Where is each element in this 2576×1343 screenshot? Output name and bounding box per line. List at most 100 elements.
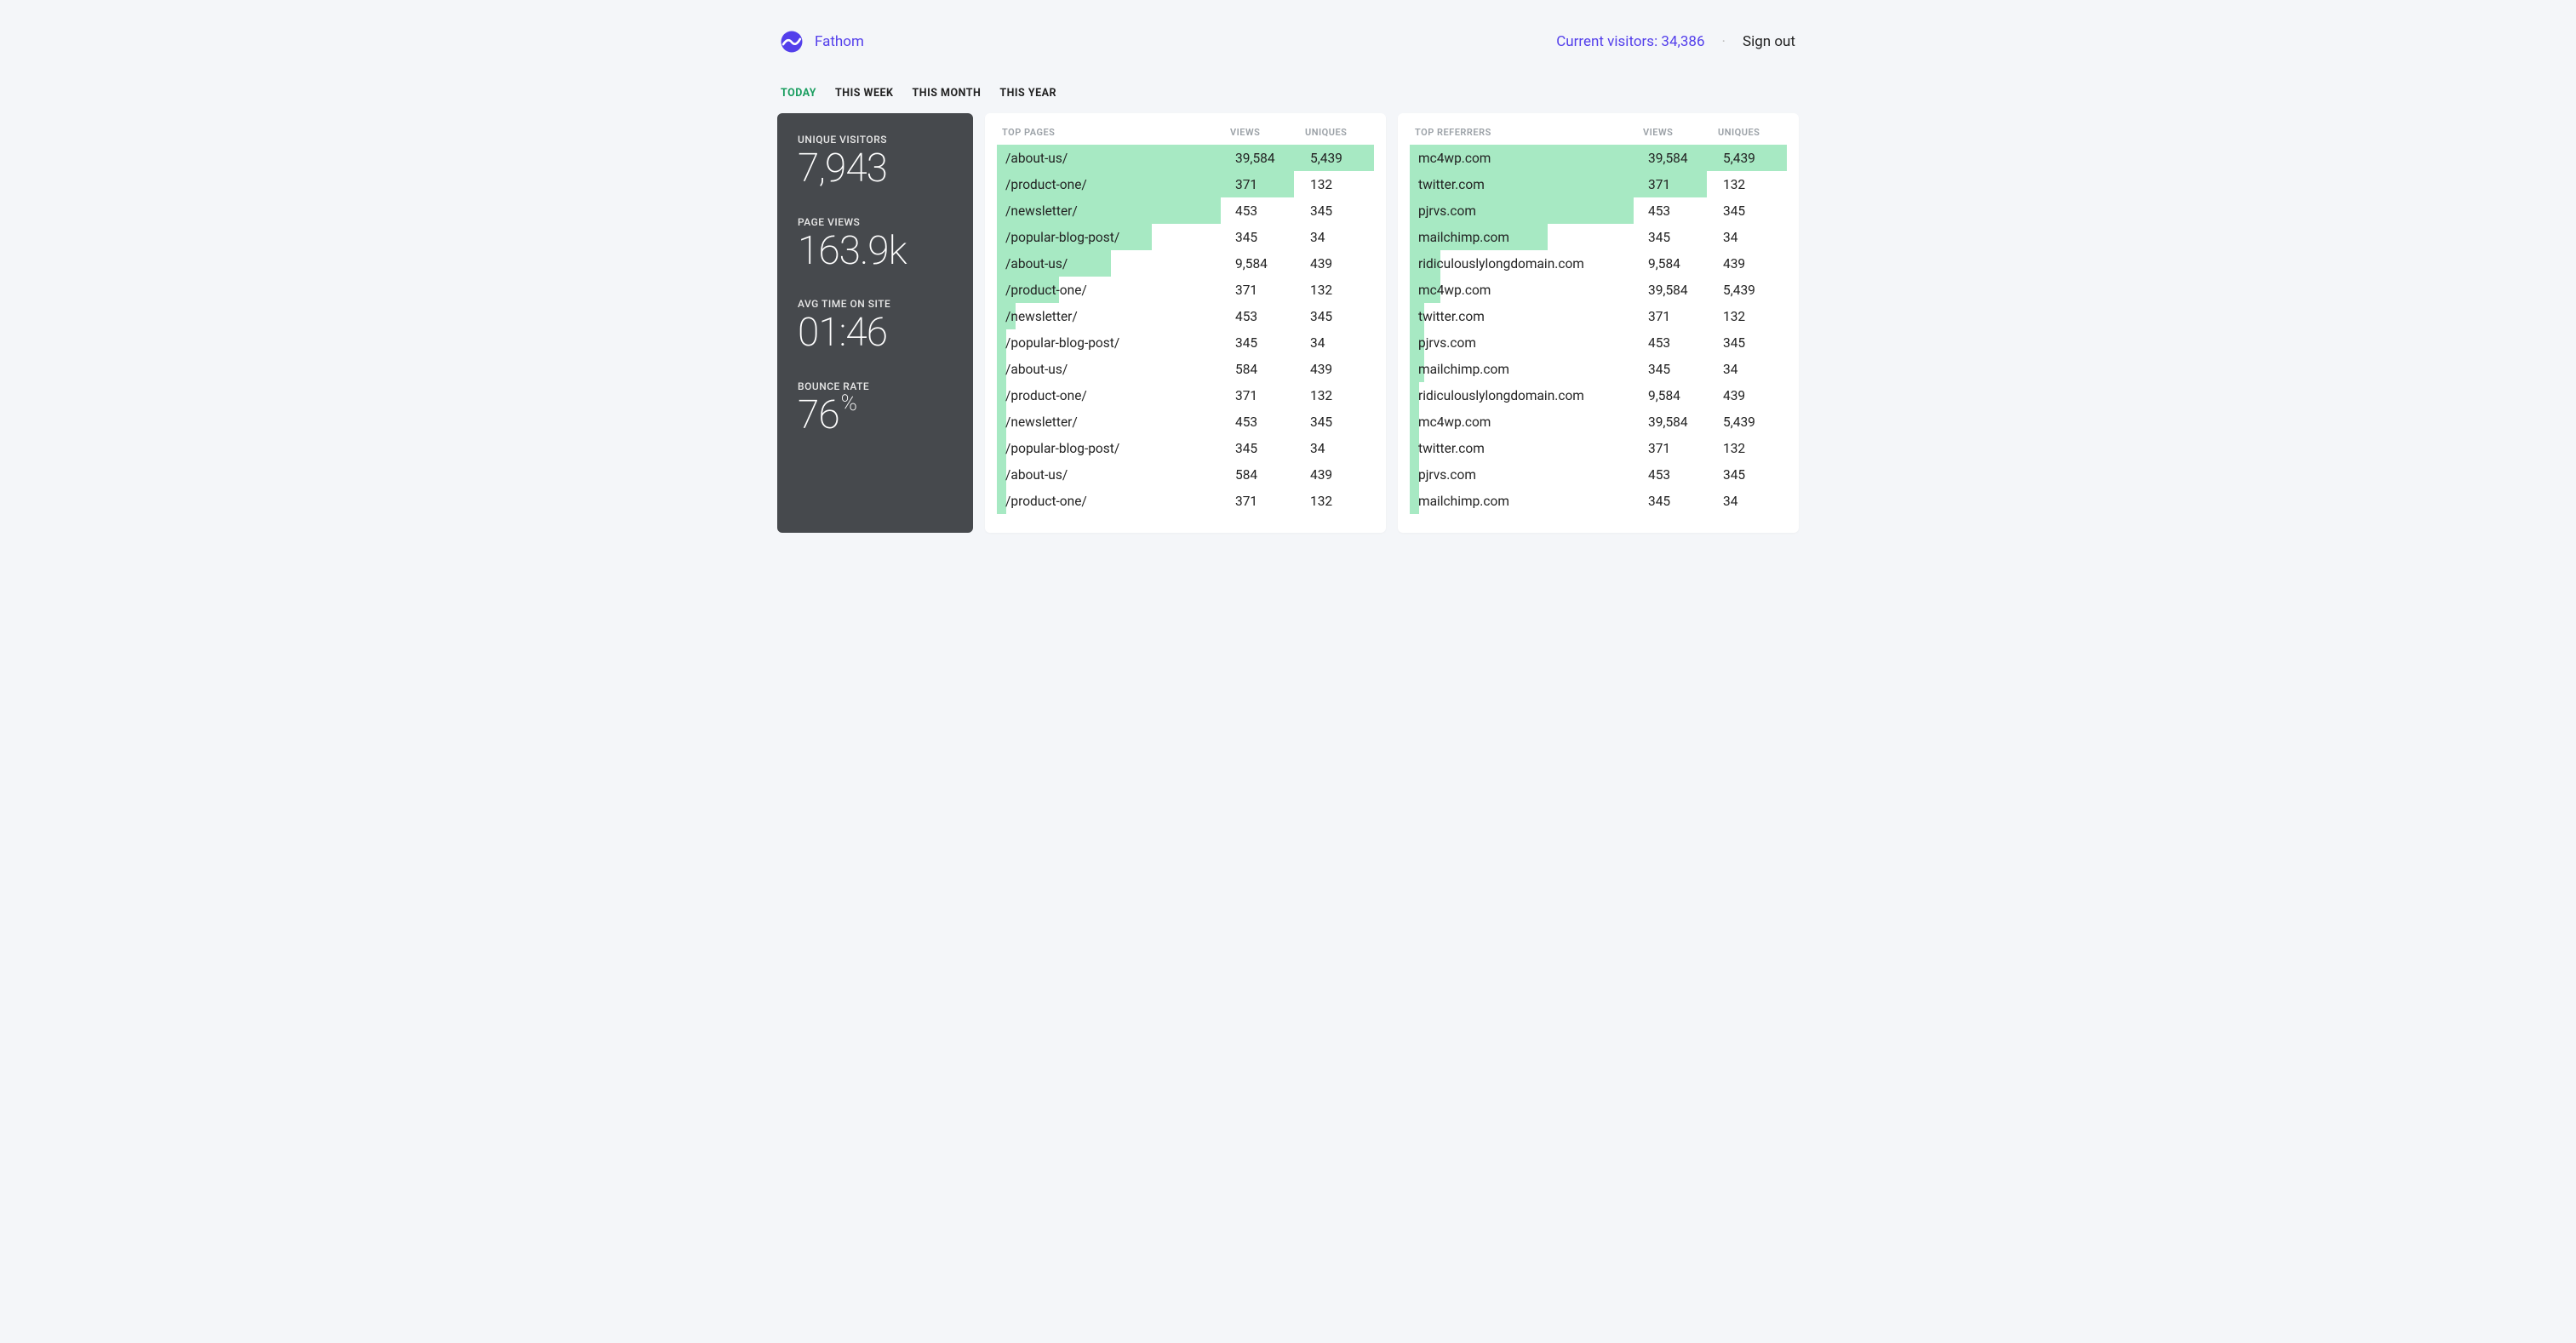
- cell-uniques-text: 345: [1310, 203, 1332, 219]
- table-row[interactable]: twitter.com371132: [1410, 171, 1787, 197]
- cell-views: 371: [1235, 277, 1310, 303]
- cell-views-text: 345: [1648, 494, 1670, 509]
- table-row[interactable]: mailchimp.com 345 34: [1410, 224, 1787, 250]
- top-referrers-header: TOP REFERRERS VIEWS UNIQUES: [1410, 127, 1787, 145]
- cell-name-text: /about-us/: [1005, 362, 1068, 377]
- table-row[interactable]: twitter.com371132: [1410, 303, 1787, 329]
- table-row[interactable]: pjrvs.com453345: [1410, 461, 1787, 488]
- table-row[interactable]: /newsletter/453345: [997, 409, 1374, 435]
- top-pages-header: TOP PAGES VIEWS UNIQUES: [997, 127, 1374, 145]
- table-row[interactable]: ridiculouslylongdomain.com9,584439: [1410, 250, 1787, 277]
- tab-this-week[interactable]: THIS WEEK: [835, 87, 893, 100]
- cell-uniques: 439: [1310, 250, 1374, 277]
- cell-name: /product-one/: [997, 382, 1235, 409]
- cell-uniques-text: 5,439: [1723, 151, 1755, 166]
- tab-today[interactable]: TODAY: [781, 87, 816, 100]
- table-row[interactable]: /product-one/371 132: [997, 382, 1374, 409]
- table-row[interactable]: /about-us/584439: [997, 461, 1374, 488]
- stat-label: AVG TIME ON SITE: [798, 298, 953, 310]
- cell-uniques-text: 132: [1310, 388, 1332, 403]
- cell-uniques-text: 34: [1723, 230, 1737, 245]
- table-row[interactable]: pjrvs.com453345: [1410, 197, 1787, 224]
- cell-uniques-text: 439: [1310, 362, 1332, 377]
- cell-uniques: 345: [1723, 329, 1787, 356]
- cell-name: mc4wp.com: [1410, 145, 1648, 171]
- cell-uniques-text: 5,439: [1723, 283, 1755, 298]
- table-row[interactable]: /popular-blog-post/34534: [997, 329, 1374, 356]
- table-row[interactable]: /about-us/9,584439: [997, 250, 1374, 277]
- table-row[interactable]: /product-one/371132: [997, 488, 1374, 514]
- cell-name-text: /product-one/: [1005, 283, 1087, 298]
- cell-uniques: 34: [1723, 224, 1787, 250]
- table-row[interactable]: /product-one/371132: [997, 171, 1374, 197]
- tab-this-year[interactable]: THIS YEAR: [999, 87, 1056, 100]
- cell-views-text: 345: [1235, 441, 1257, 456]
- cell-views-text: 371: [1235, 494, 1257, 509]
- top-referrers-card: TOP REFERRERS VIEWS UNIQUES mc4wp.com39,…: [1398, 113, 1799, 533]
- table-row[interactable]: /popular-blog-post/345 34: [997, 435, 1374, 461]
- cell-name: mc4wp.com: [1410, 409, 1648, 435]
- table-row[interactable]: mc4wp.com39,5845,439: [1410, 277, 1787, 303]
- stat-value: 76%: [798, 394, 953, 437]
- cell-views: 453: [1648, 197, 1723, 224]
- cell-uniques-text: 34: [1310, 441, 1325, 456]
- cell-views-text: 453: [1235, 309, 1257, 324]
- cell-name-text: /about-us/: [1005, 151, 1068, 166]
- cell-name: /popular-blog-post/: [997, 435, 1235, 461]
- cell-name-text: /popular-blog-post/: [1005, 230, 1119, 245]
- cell-uniques-text: 132: [1310, 177, 1332, 192]
- table-row[interactable]: mc4wp.com39,5845,439: [1410, 145, 1787, 171]
- cell-name: /about-us/: [997, 356, 1235, 382]
- table-row[interactable]: mc4wp.com39,5845,439: [1410, 409, 1787, 435]
- current-visitors[interactable]: Current visitors: 34,386: [1556, 33, 1704, 50]
- cell-views-text: 453: [1235, 414, 1257, 430]
- cell-uniques-text: 345: [1723, 467, 1745, 483]
- table-row[interactable]: mailchimp.com34534: [1410, 488, 1787, 514]
- cell-views: 345: [1648, 356, 1723, 382]
- cell-name-text: twitter.com: [1418, 177, 1485, 192]
- cell-uniques: 132: [1310, 277, 1374, 303]
- table-row[interactable]: /about-us/39,5845,439: [997, 145, 1374, 171]
- cell-uniques-text: 5,439: [1723, 414, 1755, 430]
- cell-views: 453: [1235, 303, 1310, 329]
- cell-uniques-text: 439: [1310, 256, 1332, 271]
- cell-name: /popular-blog-post/: [997, 329, 1235, 356]
- table-row[interactable]: ridiculouslylongdomain.com9,584439: [1410, 382, 1787, 409]
- cell-views: 584: [1235, 356, 1310, 382]
- cell-uniques-text: 34: [1310, 335, 1325, 351]
- stat-label: PAGE VIEWS: [798, 216, 953, 228]
- table-row[interactable]: /popular-blog-post/34534: [997, 224, 1374, 250]
- stat-unique-visitors: UNIQUE VISITORS 7,943: [798, 134, 953, 191]
- cell-name-text: mc4wp.com: [1418, 283, 1491, 298]
- table-row[interactable]: twitter.com371132: [1410, 435, 1787, 461]
- cell-name-text: mailchimp.com: [1418, 230, 1509, 245]
- sign-out-link[interactable]: Sign out: [1743, 33, 1795, 50]
- table-row[interactable]: /newsletter/453345: [997, 197, 1374, 224]
- table-row[interactable]: mailchimp.com34534: [1410, 356, 1787, 382]
- cell-views-text: 371: [1235, 388, 1257, 403]
- cell-views: 371: [1648, 435, 1723, 461]
- cell-views-text: 453: [1648, 203, 1670, 219]
- table-row[interactable]: /about-us/584439: [997, 356, 1374, 382]
- separator-dot: ·: [1722, 33, 1726, 50]
- cell-uniques: 5,439: [1723, 409, 1787, 435]
- cell-uniques-text: 345: [1310, 414, 1332, 430]
- brand[interactable]: Fathom: [781, 31, 864, 53]
- table-row[interactable]: /product-one/371 132: [997, 277, 1374, 303]
- cell-uniques-text: 132: [1310, 494, 1332, 509]
- cell-uniques-text: 345: [1310, 309, 1332, 324]
- cell-uniques-text: 439: [1723, 256, 1745, 271]
- stat-label: BOUNCE RATE: [798, 380, 953, 392]
- cell-views: 453: [1235, 409, 1310, 435]
- current-visitors-value: 34,386: [1661, 33, 1704, 50]
- tab-this-month[interactable]: THIS MONTH: [913, 87, 982, 100]
- table-row[interactable]: pjrvs.com453345: [1410, 329, 1787, 356]
- cell-views-text: 345: [1648, 230, 1670, 245]
- cell-name-text: /about-us/: [1005, 467, 1068, 483]
- cell-name: mailchimp.com: [1410, 488, 1648, 514]
- cell-views-text: 345: [1648, 362, 1670, 377]
- cell-uniques: 345: [1310, 197, 1374, 224]
- cell-views-text: 371: [1235, 283, 1257, 298]
- table-row[interactable]: /newsletter/453345: [997, 303, 1374, 329]
- cell-views-text: 453: [1648, 467, 1670, 483]
